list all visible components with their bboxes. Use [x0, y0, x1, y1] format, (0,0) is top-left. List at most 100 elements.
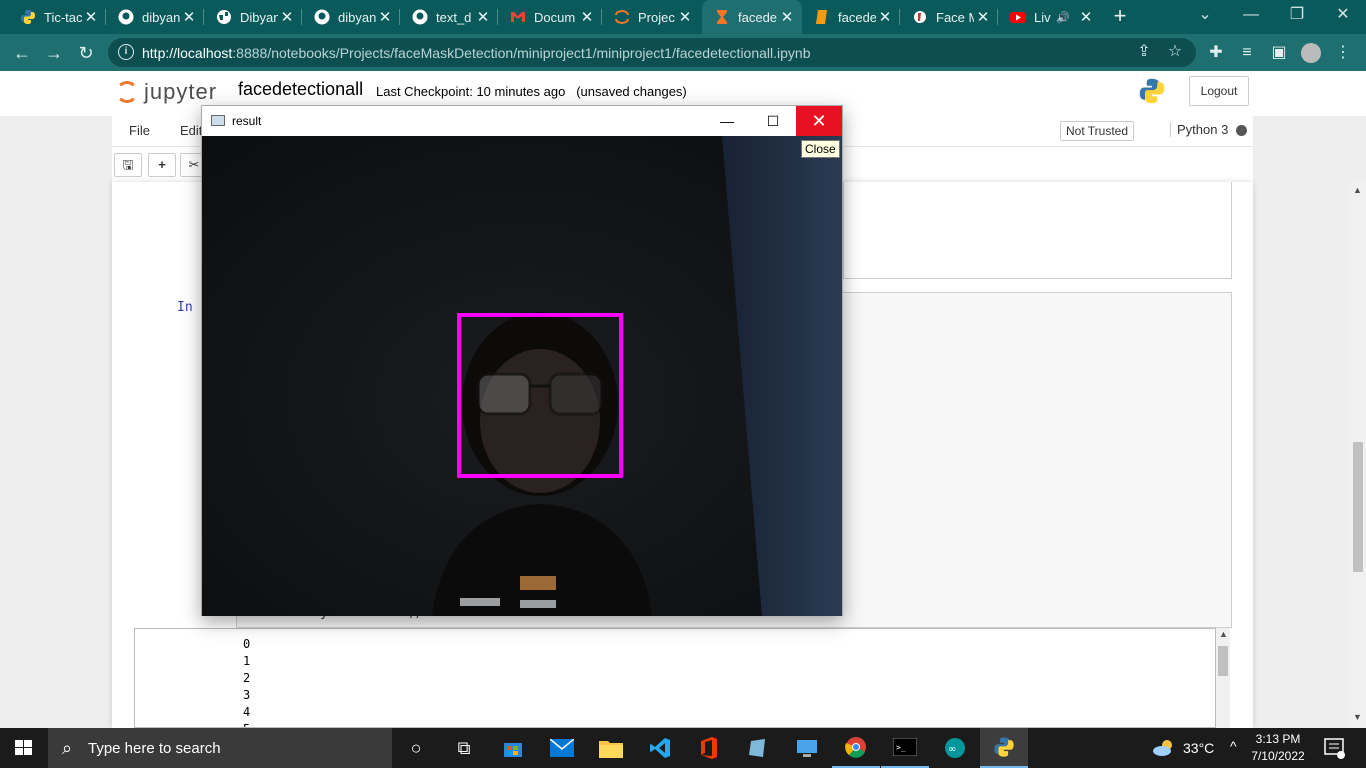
python-taskbar-icon[interactable] — [980, 728, 1028, 768]
tab-title: facede — [738, 9, 778, 25]
close-icon[interactable]: ✕ — [474, 8, 492, 26]
cortana-icon[interactable]: ○ — [392, 728, 440, 768]
media-icon[interactable]: ≡ — [1237, 43, 1257, 63]
close-tooltip: Close — [801, 140, 840, 158]
share-icon[interactable]: ⇪ — [1134, 42, 1154, 62]
close-button[interactable]: ✕ — [796, 106, 842, 136]
store-icon[interactable] — [489, 728, 537, 768]
output-line: 5 — [135, 721, 1215, 727]
github-icon — [314, 9, 330, 25]
back-icon[interactable]: ← — [9, 40, 35, 66]
maximize-button[interactable]: ☐ — [750, 106, 796, 136]
start-button[interactable] — [0, 728, 48, 768]
window-titlebar[interactable]: result — ☐ ✕ — [202, 106, 842, 136]
tab-6[interactable]: Projec ✕ — [602, 0, 700, 34]
bookmark-star-icon[interactable]: ☆ — [1165, 42, 1185, 62]
tab-1[interactable]: dibyan ✕ — [106, 0, 204, 34]
close-icon[interactable]: ✕ — [1080, 8, 1093, 26]
kernel-name[interactable]: Python 3 — [1170, 122, 1228, 137]
file-explorer-icon[interactable] — [587, 728, 635, 768]
close-icon[interactable]: ✕ — [778, 8, 796, 26]
address-bar[interactable]: i http://localhost:8888/notebooks/Projec… — [108, 38, 1196, 67]
scroll-down-icon[interactable]: ▼ — [1353, 712, 1362, 722]
weather-icon[interactable] — [1152, 738, 1176, 768]
save-icon[interactable]: 🖫 — [114, 153, 142, 177]
tab-3[interactable]: dibyan ✕ — [302, 0, 400, 34]
menu-kebab-icon[interactable]: ⋮ — [1333, 43, 1353, 63]
close-icon[interactable]: ✕ — [376, 8, 394, 26]
output-line: 4 — [243, 705, 251, 719]
close-icon[interactable]: ✕ — [676, 8, 694, 26]
new-tab-button[interactable]: + — [1108, 4, 1132, 30]
shirt-print-shape — [520, 576, 556, 590]
youtube-icon — [1010, 9, 1026, 25]
opencv-result-window[interactable]: result — ☐ ✕ — [201, 105, 843, 616]
close-icon[interactable]: ✕ — [278, 8, 296, 26]
logout-button[interactable]: Logout — [1189, 76, 1249, 106]
close-icon[interactable]: ✕ — [82, 8, 100, 26]
terminal-icon[interactable]: >_ — [881, 728, 929, 768]
notifications-icon[interactable] — [1323, 737, 1345, 768]
side-panel-icon[interactable]: ▣ — [1269, 43, 1289, 63]
close-window-icon[interactable]: ✕ — [1320, 0, 1366, 30]
mail-icon[interactable] — [538, 728, 586, 768]
scroll-up-icon[interactable]: ▲ — [1219, 629, 1228, 639]
taskbar-search[interactable]: ⌕ Type here to search — [48, 728, 392, 768]
tab-8[interactable]: facede ✕ — [802, 0, 900, 34]
task-view-icon[interactable]: ⧉ — [440, 728, 488, 768]
tab-2[interactable]: Dibyan ✕ — [204, 0, 302, 34]
close-icon[interactable]: ✕ — [180, 8, 198, 26]
tab-title: Liv — [1034, 9, 1051, 25]
temperature[interactable]: 33°C — [1183, 740, 1214, 768]
tab-title: Dibyan — [240, 9, 278, 25]
menu-file[interactable]: File — [129, 123, 150, 138]
info-icon[interactable]: i — [118, 44, 134, 60]
tab-4[interactable]: text_d ✕ — [400, 0, 498, 34]
notebook-name[interactable]: facedetectionall — [238, 79, 363, 100]
tab-search-icon[interactable]: ⌄ — [1182, 0, 1228, 30]
scroll-up-icon[interactable]: ▲ — [1353, 185, 1362, 195]
tab-7-active[interactable]: facede ✕ — [702, 0, 802, 34]
tab-5[interactable]: Docum ✕ — [498, 0, 602, 34]
menu-edit[interactable]: Edit — [180, 123, 202, 138]
page-scrollbar[interactable]: ▲ ▼ — [1350, 182, 1366, 728]
reload-icon[interactable]: ↻ — [73, 40, 99, 66]
close-icon[interactable]: ✕ — [974, 8, 992, 26]
tray-chevron-icon[interactable]: ^ — [1230, 738, 1237, 768]
window-app-icon — [211, 115, 225, 126]
glasses-right-lens — [548, 372, 604, 416]
insert-cell-icon[interactable]: + — [148, 153, 176, 177]
jupyter-logo[interactable]: jupyter — [116, 79, 217, 105]
system-clock[interactable]: 3:13 PM 7/10/2022 — [1248, 731, 1308, 765]
tab-title: text_d — [436, 9, 472, 25]
minimize-button[interactable]: — — [704, 106, 750, 136]
previous-cell[interactable] — [843, 182, 1232, 279]
vscode-icon[interactable] — [636, 728, 684, 768]
avatar[interactable] — [1301, 43, 1321, 63]
close-icon[interactable]: ✕ — [578, 8, 596, 26]
close-icon[interactable]: ✕ — [876, 8, 894, 26]
arduino-icon[interactable]: ∞ — [931, 728, 979, 768]
github-icon — [118, 9, 134, 25]
url-text[interactable]: http://localhost:8888/notebooks/Projects… — [142, 45, 811, 61]
tab-title: Tic-tac — [44, 9, 82, 25]
chrome-icon[interactable] — [832, 728, 880, 768]
app-icon[interactable] — [734, 728, 782, 768]
browser-toolbar: ← → ↻ i http://localhost:8888/notebooks/… — [0, 34, 1366, 71]
forward-icon[interactable]: → — [41, 40, 67, 66]
restore-icon[interactable]: ❐ — [1274, 0, 1320, 30]
tab-title: Docum — [534, 9, 576, 25]
office-icon[interactable] — [685, 728, 733, 768]
windows-logo-icon — [15, 740, 32, 755]
speaker-icon[interactable]: 🔊 — [1056, 11, 1070, 24]
remote-desktop-icon[interactable] — [783, 728, 831, 768]
tab-9[interactable]: Face M ✕ — [900, 0, 998, 34]
scrollbar-thumb[interactable] — [1353, 442, 1363, 572]
minimize-icon[interactable]: — — [1228, 0, 1274, 30]
not-trusted-button[interactable]: Not Trusted — [1060, 121, 1134, 141]
tab-0[interactable]: Tic-tac ✕ — [8, 0, 106, 34]
tab-10[interactable]: Liv 🔊 ✕ — [998, 0, 1096, 34]
extensions-icon[interactable]: ✚ — [1206, 43, 1226, 63]
output-scrollbar[interactable]: ▲ — [1216, 628, 1230, 728]
scrollbar-thumb[interactable] — [1218, 646, 1228, 676]
